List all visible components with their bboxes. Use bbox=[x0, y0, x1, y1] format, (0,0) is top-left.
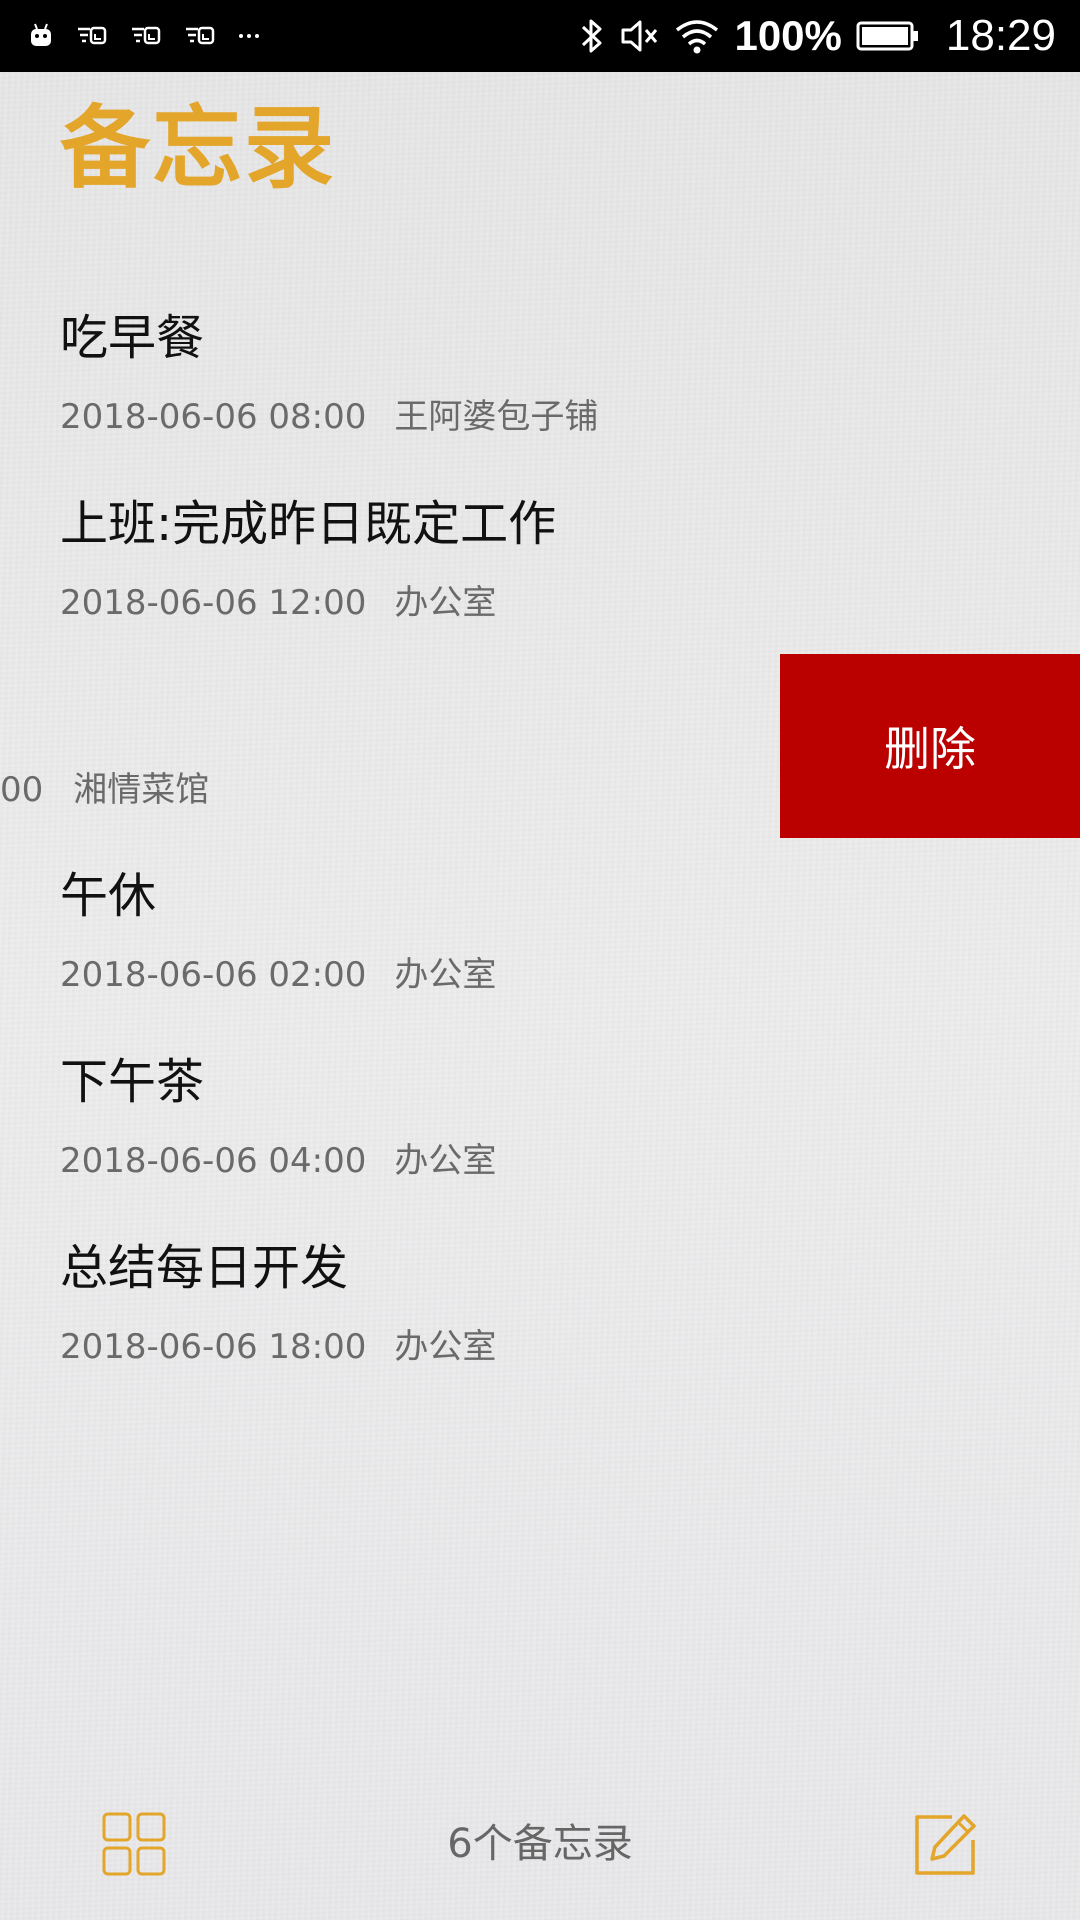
memo-meta: 2018-06-06 08:00 王阿婆包子铺 bbox=[60, 400, 598, 434]
compose-button[interactable] bbox=[912, 1812, 978, 1878]
memo-location: 湘情菜馆 bbox=[73, 770, 210, 810]
battery-percent: 100% bbox=[734, 12, 842, 59]
memo-item[interactable]: 吃早餐 2018-06-06 08:00 王阿婆包子铺 bbox=[60, 314, 598, 434]
memo-title: 总结每日开发 bbox=[60, 1240, 349, 1296]
android-icon bbox=[31, 23, 51, 46]
notification-icon bbox=[78, 26, 107, 45]
memo-item-swiped[interactable]: 00 湘情菜馆 bbox=[0, 773, 209, 807]
memo-time: 2018-06-06 18:00 bbox=[60, 1327, 367, 1367]
memo-item[interactable]: 午休 2018-06-06 02:00 办公室 bbox=[60, 872, 496, 992]
wifi-icon bbox=[676, 20, 719, 54]
memo-meta: 2018-06-06 02:00 办公室 bbox=[60, 958, 496, 992]
memo-item[interactable]: 总结每日开发 2018-06-06 18:00 办公室 bbox=[60, 1244, 496, 1364]
compose-icon bbox=[915, 1814, 976, 1875]
memo-time: 2018-06-06 02:00 bbox=[60, 955, 367, 995]
status-bar: 100% 18:29 bbox=[0, 0, 1080, 72]
memo-location: 办公室 bbox=[394, 1141, 497, 1181]
memo-meta: 2018-06-06 04:00 办公室 bbox=[60, 1144, 496, 1178]
mute-icon bbox=[621, 20, 658, 52]
memo-item[interactable]: 上班:完成昨日既定工作 2018-06-06 12:00 办公室 bbox=[60, 500, 556, 620]
memo-title: 上班:完成昨日既定工作 bbox=[60, 496, 557, 552]
memo-location: 王阿婆包子铺 bbox=[394, 397, 599, 437]
status-bar-right: 100% 18:29 bbox=[578, 10, 1056, 62]
memo-meta: 2018-06-06 12:00 办公室 bbox=[60, 586, 556, 620]
status-bar-left bbox=[28, 18, 260, 54]
memo-time: 2018-06-06 04:00 bbox=[60, 1141, 367, 1181]
clock: 18:29 bbox=[945, 11, 1056, 60]
more-icon bbox=[239, 34, 259, 38]
memo-location: 办公室 bbox=[394, 1327, 497, 1367]
notification-icon bbox=[132, 26, 161, 45]
notification-icon bbox=[186, 26, 215, 45]
memo-meta: 2018-06-06 18:00 办公室 bbox=[60, 1330, 496, 1364]
memo-title: 吃早餐 bbox=[60, 310, 205, 366]
memo-item[interactable]: 下午茶 2018-06-06 04:00 办公室 bbox=[60, 1058, 496, 1178]
battery-icon bbox=[856, 21, 918, 51]
page-title: 备忘录 bbox=[60, 96, 336, 201]
memo-time: 2018-06-06 12:00 bbox=[60, 583, 367, 623]
memo-location: 办公室 bbox=[394, 583, 497, 623]
memo-location: 办公室 bbox=[394, 955, 497, 995]
memo-title: 下午茶 bbox=[60, 1054, 205, 1110]
delete-button[interactable]: 删除 bbox=[780, 654, 1080, 838]
memo-title: 午休 bbox=[60, 868, 157, 924]
bluetooth-icon bbox=[582, 19, 602, 53]
memo-time: 00 bbox=[0, 770, 44, 810]
memo-time: 2018-06-06 08:00 bbox=[60, 397, 367, 437]
